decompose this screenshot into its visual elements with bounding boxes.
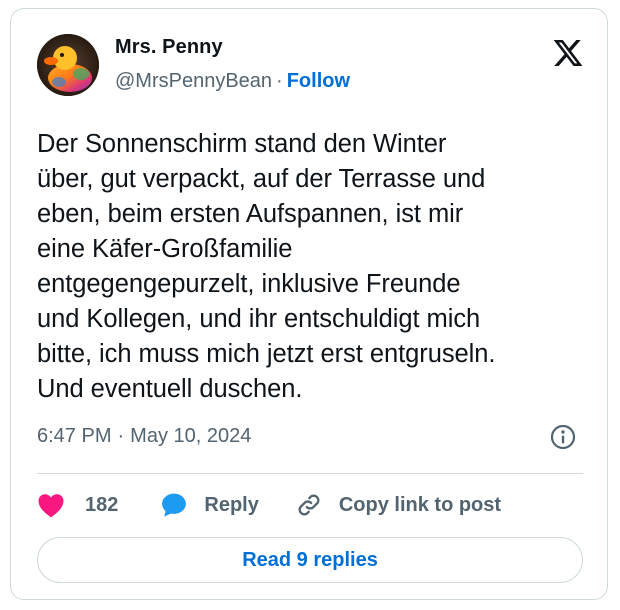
meta-separator: ·	[117, 425, 125, 447]
read-replies-label: Read 9 replies	[242, 548, 378, 571]
tweet-card: Mrs. Penny @MrsPennyBean · Follow Der Sonn…	[10, 8, 608, 600]
reply-bubble-icon	[160, 491, 188, 519]
tweet-timestamp[interactable]: 6:47 PM · May 10, 2024	[37, 425, 251, 448]
tweet-text: Der Sonnenschirm stand den Winter über, …	[37, 130, 496, 403]
author-handle[interactable]: @MrsPennyBean	[115, 70, 272, 92]
reply-button[interactable]: Reply	[160, 491, 259, 519]
like-count: 182	[85, 493, 119, 516]
rubber-duck-icon	[37, 34, 99, 96]
handle-separator: ·	[276, 70, 283, 92]
tweet-time: 6:47 PM	[37, 425, 112, 447]
x-logo-icon[interactable]	[551, 37, 585, 69]
action-bar: 182 Reply Copy link to post	[37, 487, 501, 523]
heart-icon	[37, 492, 65, 518]
reply-label: Reply	[204, 493, 259, 516]
tweet-date: May 10, 2024	[130, 425, 252, 447]
author-name[interactable]: Mrs. Penny	[115, 36, 223, 59]
follow-button[interactable]: Follow	[287, 70, 350, 92]
avatar[interactable]	[37, 34, 99, 96]
read-replies-button[interactable]: Read 9 replies	[37, 537, 583, 583]
like-button[interactable]: 182	[37, 492, 118, 518]
copy-link-label: Copy link to post	[338, 493, 502, 516]
copy-link-button[interactable]: Copy link to post	[295, 491, 501, 519]
info-icon[interactable]	[549, 423, 577, 451]
author-handle-row: @MrsPennyBean · Follow	[115, 70, 350, 93]
divider	[37, 473, 583, 474]
link-icon	[295, 491, 323, 519]
